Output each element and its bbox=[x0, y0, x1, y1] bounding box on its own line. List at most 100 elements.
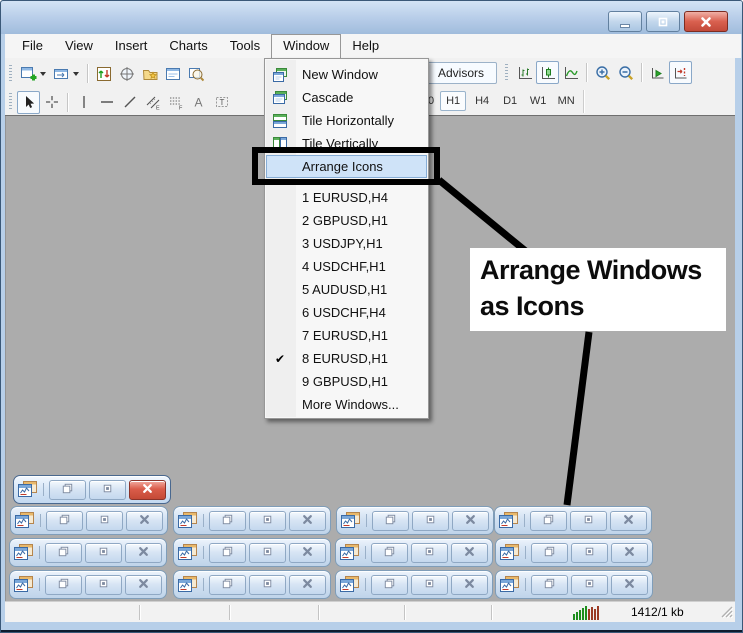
restore-button[interactable] bbox=[646, 11, 680, 32]
restore-button[interactable] bbox=[531, 543, 568, 563]
line-chart-button[interactable] bbox=[559, 61, 582, 84]
equidistant-channel-button[interactable]: E bbox=[141, 91, 164, 114]
candlestick-chart-button[interactable] bbox=[536, 61, 559, 84]
menu-item-chart-4[interactable]: 4 USDCHF,H1 bbox=[265, 255, 428, 278]
menubar-item-window[interactable]: Window bbox=[271, 34, 341, 58]
close-button[interactable] bbox=[684, 11, 728, 32]
strategy-tester-button[interactable] bbox=[184, 62, 207, 85]
trendline-button[interactable] bbox=[118, 91, 141, 114]
minimized-chart-window[interactable] bbox=[13, 475, 171, 504]
maximize-button[interactable] bbox=[249, 511, 286, 531]
minimized-chart-window[interactable] bbox=[335, 538, 493, 567]
resize-grip[interactable] bbox=[720, 605, 733, 621]
menu-item-chart-9[interactable]: 9 GBPUSD,H1 bbox=[265, 370, 428, 393]
menubar-item-help[interactable]: Help bbox=[341, 34, 390, 58]
maximize-button[interactable] bbox=[85, 575, 122, 595]
menu-item-chart-6[interactable]: 6 USDCHF,H4 bbox=[265, 301, 428, 324]
minimized-chart-window[interactable] bbox=[10, 506, 168, 535]
new-chart-button[interactable] bbox=[17, 62, 40, 85]
text-button[interactable]: A bbox=[187, 91, 210, 114]
maximize-button[interactable] bbox=[85, 543, 122, 563]
menu-item-tile-vertically[interactable]: Tile Vertically bbox=[265, 132, 428, 155]
maximize-button[interactable] bbox=[571, 543, 608, 563]
timeframe-h1-button[interactable]: H1 bbox=[440, 91, 466, 111]
restore-button[interactable] bbox=[45, 575, 82, 595]
menubar-item-insert[interactable]: Insert bbox=[104, 34, 159, 58]
menu-item-chart-8[interactable]: ✔8 EURUSD,H1 bbox=[265, 347, 428, 370]
close-button[interactable] bbox=[451, 543, 488, 563]
close-button[interactable] bbox=[125, 575, 162, 595]
menu-item-more-windows[interactable]: More Windows... bbox=[265, 393, 428, 416]
menu-item-cascade[interactable]: Cascade bbox=[265, 86, 428, 109]
maximize-button[interactable] bbox=[249, 575, 286, 595]
market-watch-button[interactable] bbox=[92, 62, 115, 85]
toolbar-grip[interactable] bbox=[9, 93, 12, 111]
bar-chart-button[interactable] bbox=[513, 61, 536, 84]
text-label-button[interactable]: T bbox=[210, 91, 233, 114]
minimized-chart-window[interactable] bbox=[495, 538, 653, 567]
chart-shift-button[interactable] bbox=[669, 61, 692, 84]
menu-item-chart-3[interactable]: 3 USDJPY,H1 bbox=[265, 232, 428, 255]
restore-button[interactable] bbox=[209, 511, 246, 531]
minimized-chart-window[interactable] bbox=[335, 570, 493, 599]
zoom-in-button[interactable] bbox=[591, 61, 614, 84]
menubar-item-view[interactable]: View bbox=[54, 34, 104, 58]
minimized-chart-window[interactable] bbox=[495, 570, 653, 599]
restore-button[interactable] bbox=[371, 543, 408, 563]
menu-item-arrange-icons[interactable]: Arrange Icons bbox=[266, 155, 427, 178]
minimized-chart-window[interactable] bbox=[494, 506, 652, 535]
close-button[interactable] bbox=[129, 480, 166, 500]
restore-button[interactable] bbox=[45, 543, 82, 563]
minimized-chart-window[interactable] bbox=[9, 570, 167, 599]
close-button[interactable] bbox=[125, 543, 162, 563]
cursor-button[interactable] bbox=[17, 91, 40, 114]
vertical-line-button[interactable] bbox=[72, 91, 95, 114]
menu-item-chart-2[interactable]: 2 GBPUSD,H1 bbox=[265, 209, 428, 232]
restore-button[interactable] bbox=[371, 575, 408, 595]
horizontal-line-button[interactable] bbox=[95, 91, 118, 114]
dropdown-caret-icon[interactable] bbox=[73, 72, 79, 76]
auto-scroll-button[interactable] bbox=[646, 61, 669, 84]
menu-item-tile-horizontally[interactable]: Tile Horizontally bbox=[265, 109, 428, 132]
maximize-button[interactable] bbox=[412, 511, 449, 531]
toolbar-grip[interactable] bbox=[505, 64, 508, 82]
close-button[interactable] bbox=[451, 575, 488, 595]
crosshair-button[interactable] bbox=[40, 91, 63, 114]
close-button[interactable] bbox=[611, 543, 648, 563]
maximize-button[interactable] bbox=[411, 543, 448, 563]
close-button[interactable] bbox=[126, 511, 163, 531]
zoom-out-button[interactable] bbox=[614, 61, 637, 84]
restore-button[interactable] bbox=[530, 511, 567, 531]
close-button[interactable] bbox=[289, 511, 326, 531]
data-window-button[interactable] bbox=[115, 62, 138, 85]
menu-item-chart-7[interactable]: 7 EURUSD,H1 bbox=[265, 324, 428, 347]
navigator-button[interactable] bbox=[138, 62, 161, 85]
maximize-button[interactable] bbox=[86, 511, 123, 531]
menubar-item-charts[interactable]: Charts bbox=[158, 34, 218, 58]
close-button[interactable] bbox=[610, 511, 647, 531]
close-button[interactable] bbox=[452, 511, 489, 531]
timeframe-h4-button[interactable]: H4 bbox=[470, 92, 494, 110]
minimized-chart-window[interactable] bbox=[173, 506, 331, 535]
minimized-chart-window[interactable] bbox=[173, 570, 331, 599]
minimize-button[interactable] bbox=[608, 11, 642, 32]
menu-item-chart-1[interactable]: 1 EURUSD,H4 bbox=[265, 186, 428, 209]
close-button[interactable] bbox=[611, 575, 648, 595]
fibonacci-button[interactable]: F bbox=[164, 91, 187, 114]
chart-profiles-button[interactable] bbox=[50, 62, 73, 85]
menu-item-chart-5[interactable]: 5 AUDUSD,H1 bbox=[265, 278, 428, 301]
restore-button[interactable] bbox=[46, 511, 83, 531]
maximize-button[interactable] bbox=[249, 543, 286, 563]
restore-button[interactable] bbox=[49, 480, 86, 500]
close-button[interactable] bbox=[289, 543, 326, 563]
dropdown-caret-icon[interactable] bbox=[40, 72, 46, 76]
toolbar-grip[interactable] bbox=[9, 65, 12, 83]
terminal-button[interactable] bbox=[161, 62, 184, 85]
timeframe-mn-button[interactable]: MN bbox=[554, 92, 578, 110]
restore-button[interactable] bbox=[372, 511, 409, 531]
maximize-button[interactable] bbox=[411, 575, 448, 595]
menubar-item-tools[interactable]: Tools bbox=[219, 34, 271, 58]
restore-button[interactable] bbox=[531, 575, 568, 595]
menu-item-new-window[interactable]: New Window bbox=[265, 63, 428, 86]
minimized-chart-window[interactable] bbox=[173, 538, 331, 567]
